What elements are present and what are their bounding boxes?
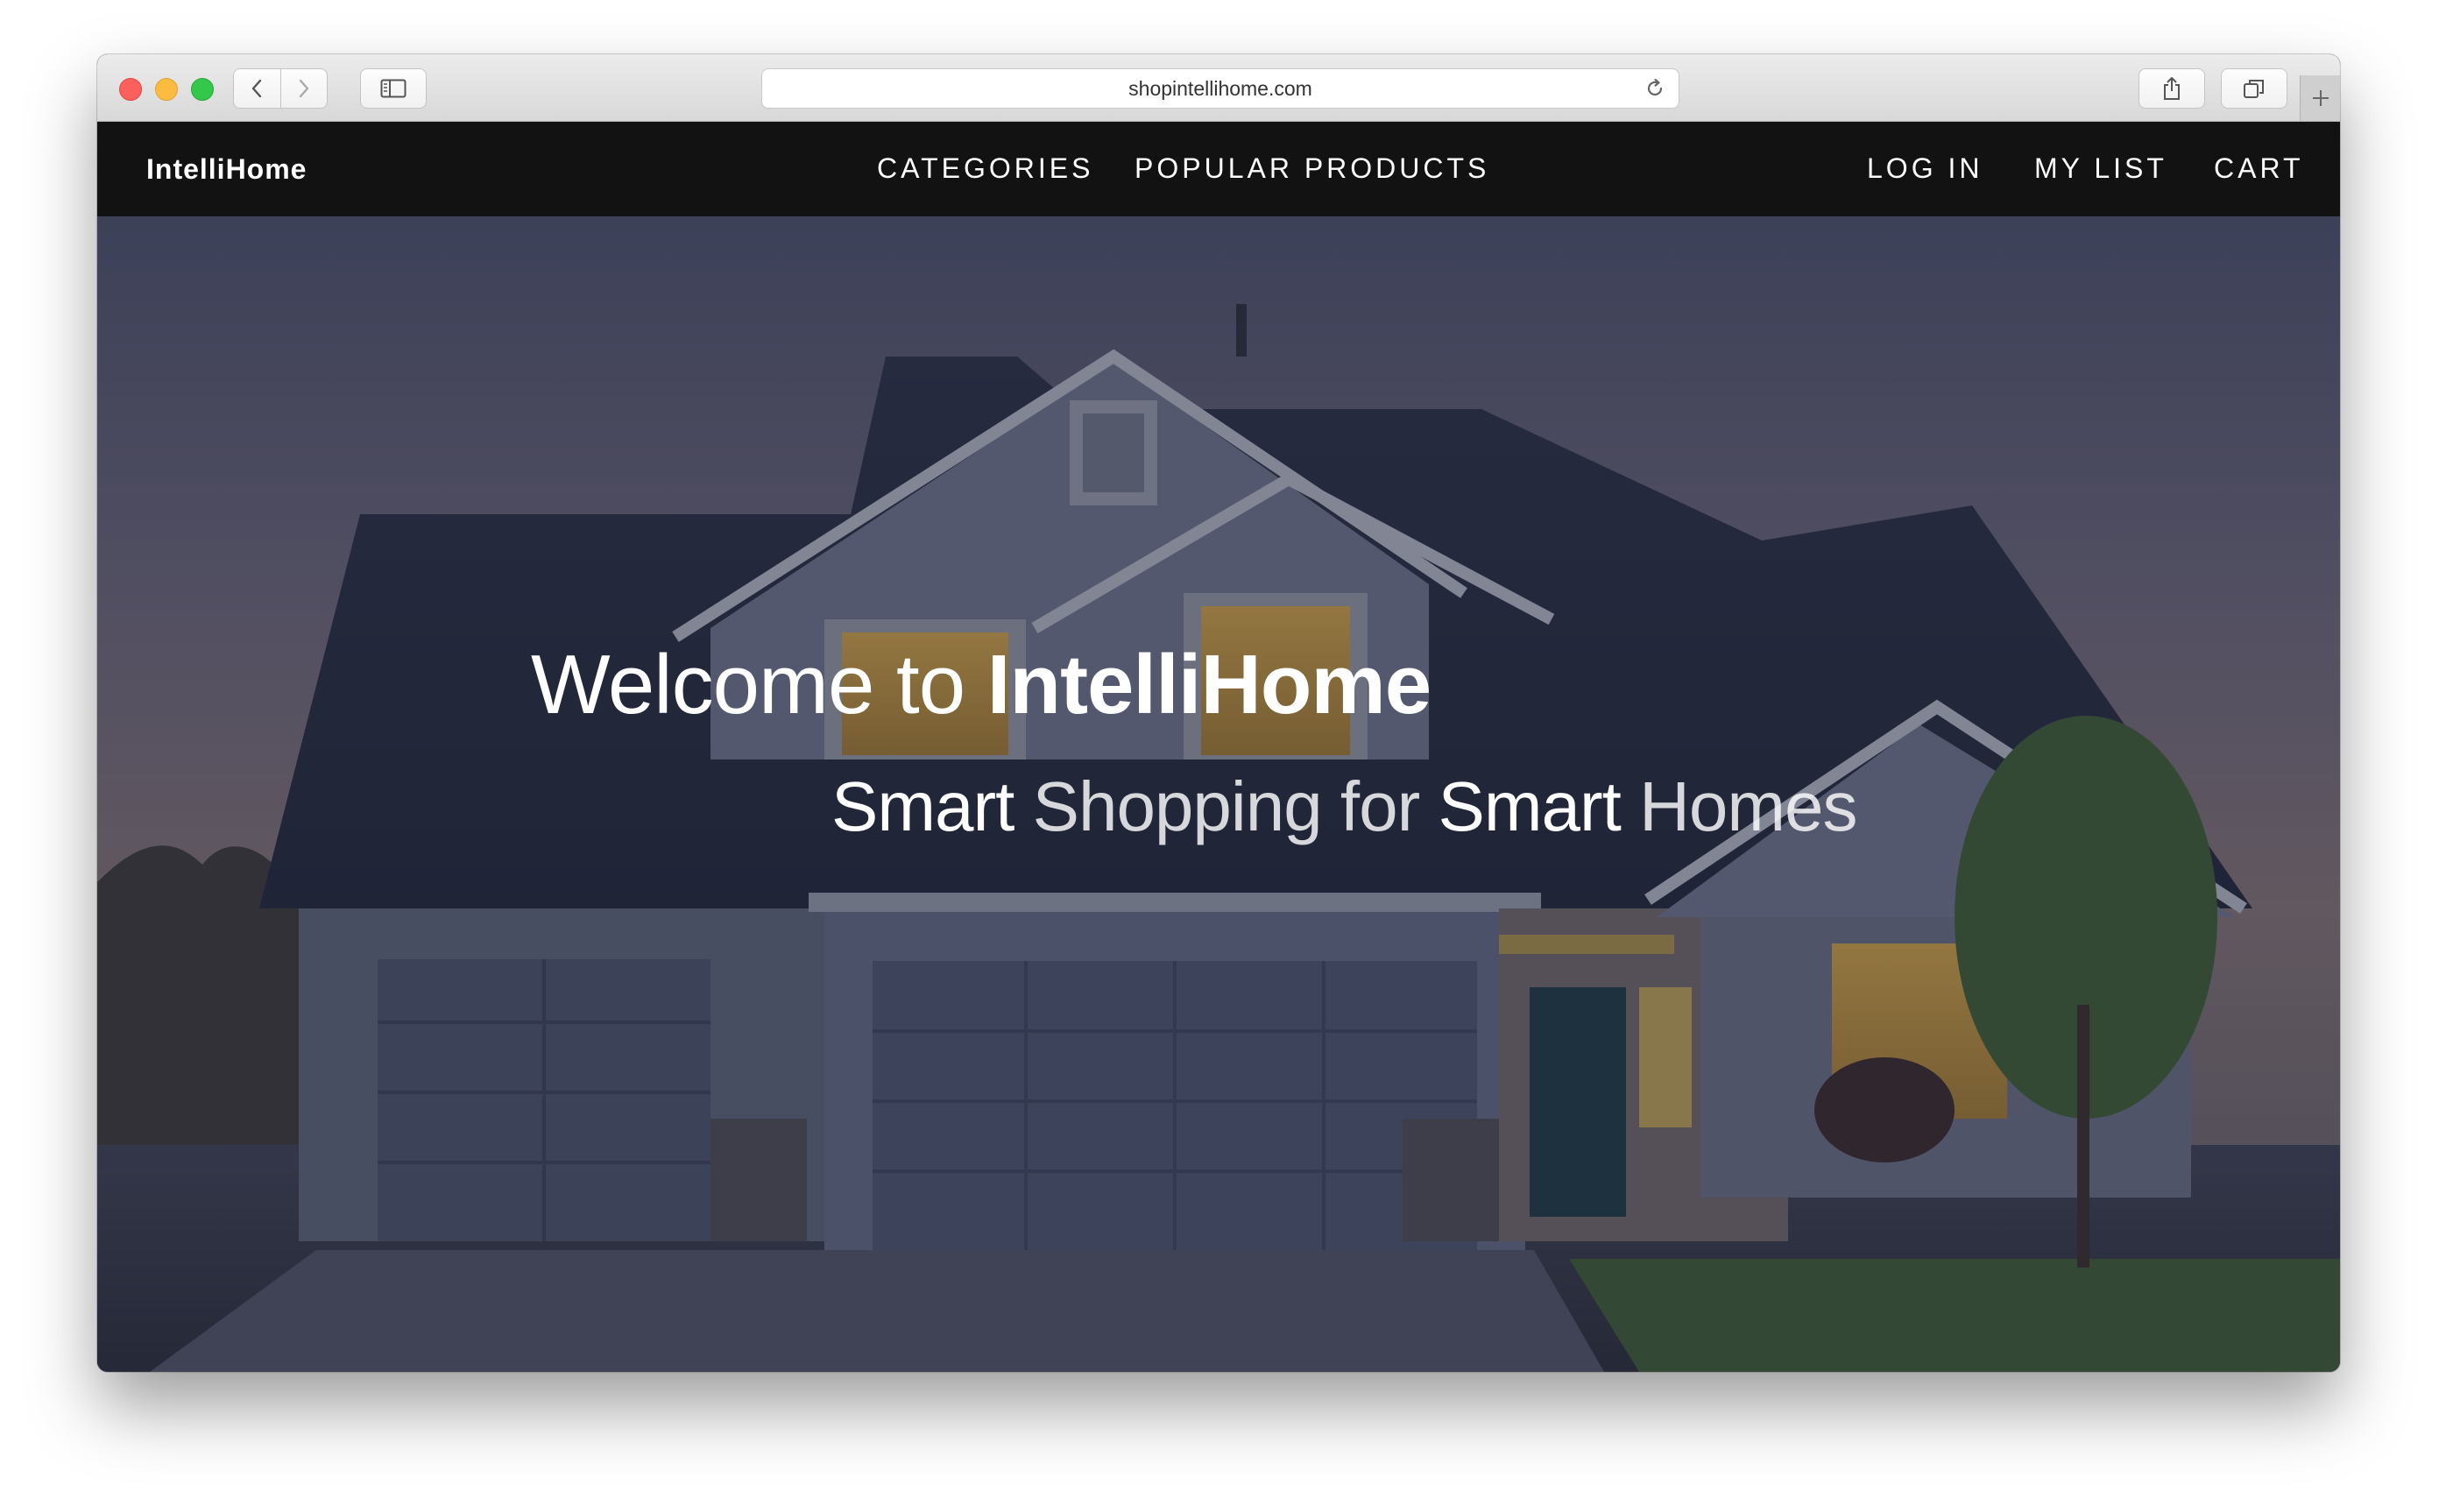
sidebar-icon xyxy=(380,79,406,98)
tabs-icon xyxy=(2244,80,2264,98)
minimize-window-button[interactable] xyxy=(155,78,178,101)
hero-title-brand: IntelliHome xyxy=(986,638,1432,731)
hero-subtitle-part: Shopping for xyxy=(1014,767,1439,845)
zoom-window-button[interactable] xyxy=(191,78,214,101)
nav-cart[interactable]: CART xyxy=(2214,122,2304,216)
reload-icon[interactable] xyxy=(1644,77,1666,100)
nav-categories[interactable]: CATEGORIES xyxy=(877,122,1093,216)
hero-subtitle-part: Homes xyxy=(1620,767,1857,845)
nav-popular-products[interactable]: POPULAR PRODUCTS xyxy=(1135,122,1489,216)
browser-toolbar: shopintellihome.com xyxy=(97,54,2340,122)
browser-window: shopintellihome.com IntelliHome CATEGORI… xyxy=(97,54,2340,1372)
nav-my-list[interactable]: MY LIST xyxy=(2034,122,2167,216)
address-bar[interactable]: shopintellihome.com xyxy=(761,68,1679,109)
hero-section: Welcome to IntelliHome Smart Shopping fo… xyxy=(97,216,2340,1372)
back-button[interactable] xyxy=(234,69,280,108)
site-header: IntelliHome CATEGORIES POPULAR PRODUCTS … xyxy=(97,122,2340,216)
tabs-overview-button[interactable] xyxy=(2221,68,2287,109)
chevron-right-icon xyxy=(299,79,308,98)
plus-icon xyxy=(2313,90,2329,106)
hero-subtitle: Smart Shopping for Smart Homes xyxy=(831,767,1857,847)
new-tab-button[interactable] xyxy=(2300,75,2340,121)
forward-button[interactable] xyxy=(279,69,328,108)
brand-logo[interactable]: IntelliHome xyxy=(146,122,307,216)
url-text: shopintellihome.com xyxy=(1128,76,1312,100)
nav-log-in[interactable]: LOG IN xyxy=(1867,122,1983,216)
hero-title: Welcome to IntelliHome xyxy=(531,637,1432,733)
hero-subtitle-part: Smart xyxy=(1438,767,1621,845)
chevron-left-icon xyxy=(252,79,262,98)
hero-subtitle-part: Smart xyxy=(831,767,1014,845)
share-button[interactable] xyxy=(2139,68,2205,109)
close-window-button[interactable] xyxy=(119,78,142,101)
sidebar-button[interactable] xyxy=(360,68,427,109)
share-icon xyxy=(2164,77,2180,100)
hero-title-prefix: Welcome to xyxy=(531,638,987,731)
history-nav-group xyxy=(233,68,328,109)
